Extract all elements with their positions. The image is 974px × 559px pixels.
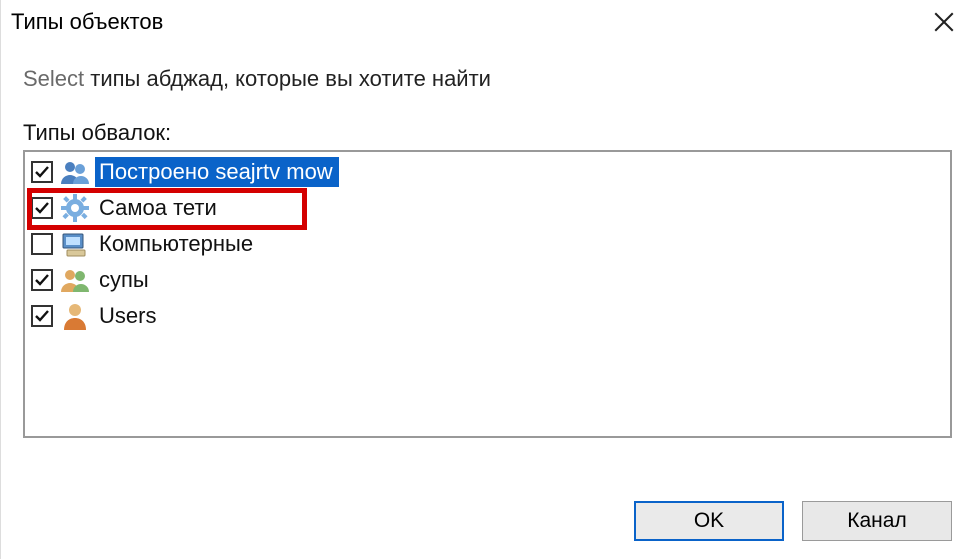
instruction-text: Select типы абджад, которые вы хотите на…	[23, 66, 952, 92]
user-icon	[59, 300, 91, 332]
gear-icon	[59, 192, 91, 224]
ok-button[interactable]: OK	[634, 501, 784, 541]
list-item-label: Компьютерные	[95, 229, 259, 259]
object-types-dialog: Типы объектов Select типы абджад, которы…	[0, 0, 974, 559]
list-item-label: Построено seajrtv mow	[95, 157, 339, 187]
list-item[interactable]: Самоа тети	[25, 190, 950, 226]
dialog-footer: OK Канал	[1, 483, 974, 559]
checkbox[interactable]	[31, 197, 53, 219]
list-item-label: супы	[95, 265, 155, 295]
close-icon	[934, 12, 954, 32]
instruction-rest: типы абджад, которые вы хотите найти	[84, 66, 491, 91]
checkbox[interactable]	[31, 269, 53, 291]
group-icon	[59, 264, 91, 296]
check-icon	[34, 164, 50, 180]
computer-icon	[59, 228, 91, 260]
dialog-title: Типы объектов	[11, 9, 163, 35]
list-item[interactable]: Компьютерные	[25, 226, 950, 262]
checkbox[interactable]	[31, 161, 53, 183]
cancel-button[interactable]: Канал	[802, 501, 952, 541]
titlebar: Типы объектов	[1, 0, 974, 44]
list-item[interactable]: Построено seajrtv mow	[25, 154, 950, 190]
dialog-body: Select типы абджад, которые вы хотите на…	[1, 44, 974, 483]
list-item[interactable]: Users	[25, 298, 950, 334]
check-icon	[34, 308, 50, 324]
checkbox[interactable]	[31, 233, 53, 255]
list-label: Типы обвалок:	[23, 120, 952, 146]
object-types-listbox[interactable]: Построено seajrtv mow Самоа тети	[23, 150, 952, 438]
people-icon	[59, 156, 91, 188]
instruction-select-word: Select	[23, 66, 84, 91]
checkbox[interactable]	[31, 305, 53, 327]
close-button[interactable]	[914, 0, 974, 44]
list-item[interactable]: супы	[25, 262, 950, 298]
list-item-label: Самоа тети	[95, 193, 223, 223]
list-item-label: Users	[95, 301, 162, 331]
check-icon	[34, 272, 50, 288]
check-icon	[34, 200, 50, 216]
